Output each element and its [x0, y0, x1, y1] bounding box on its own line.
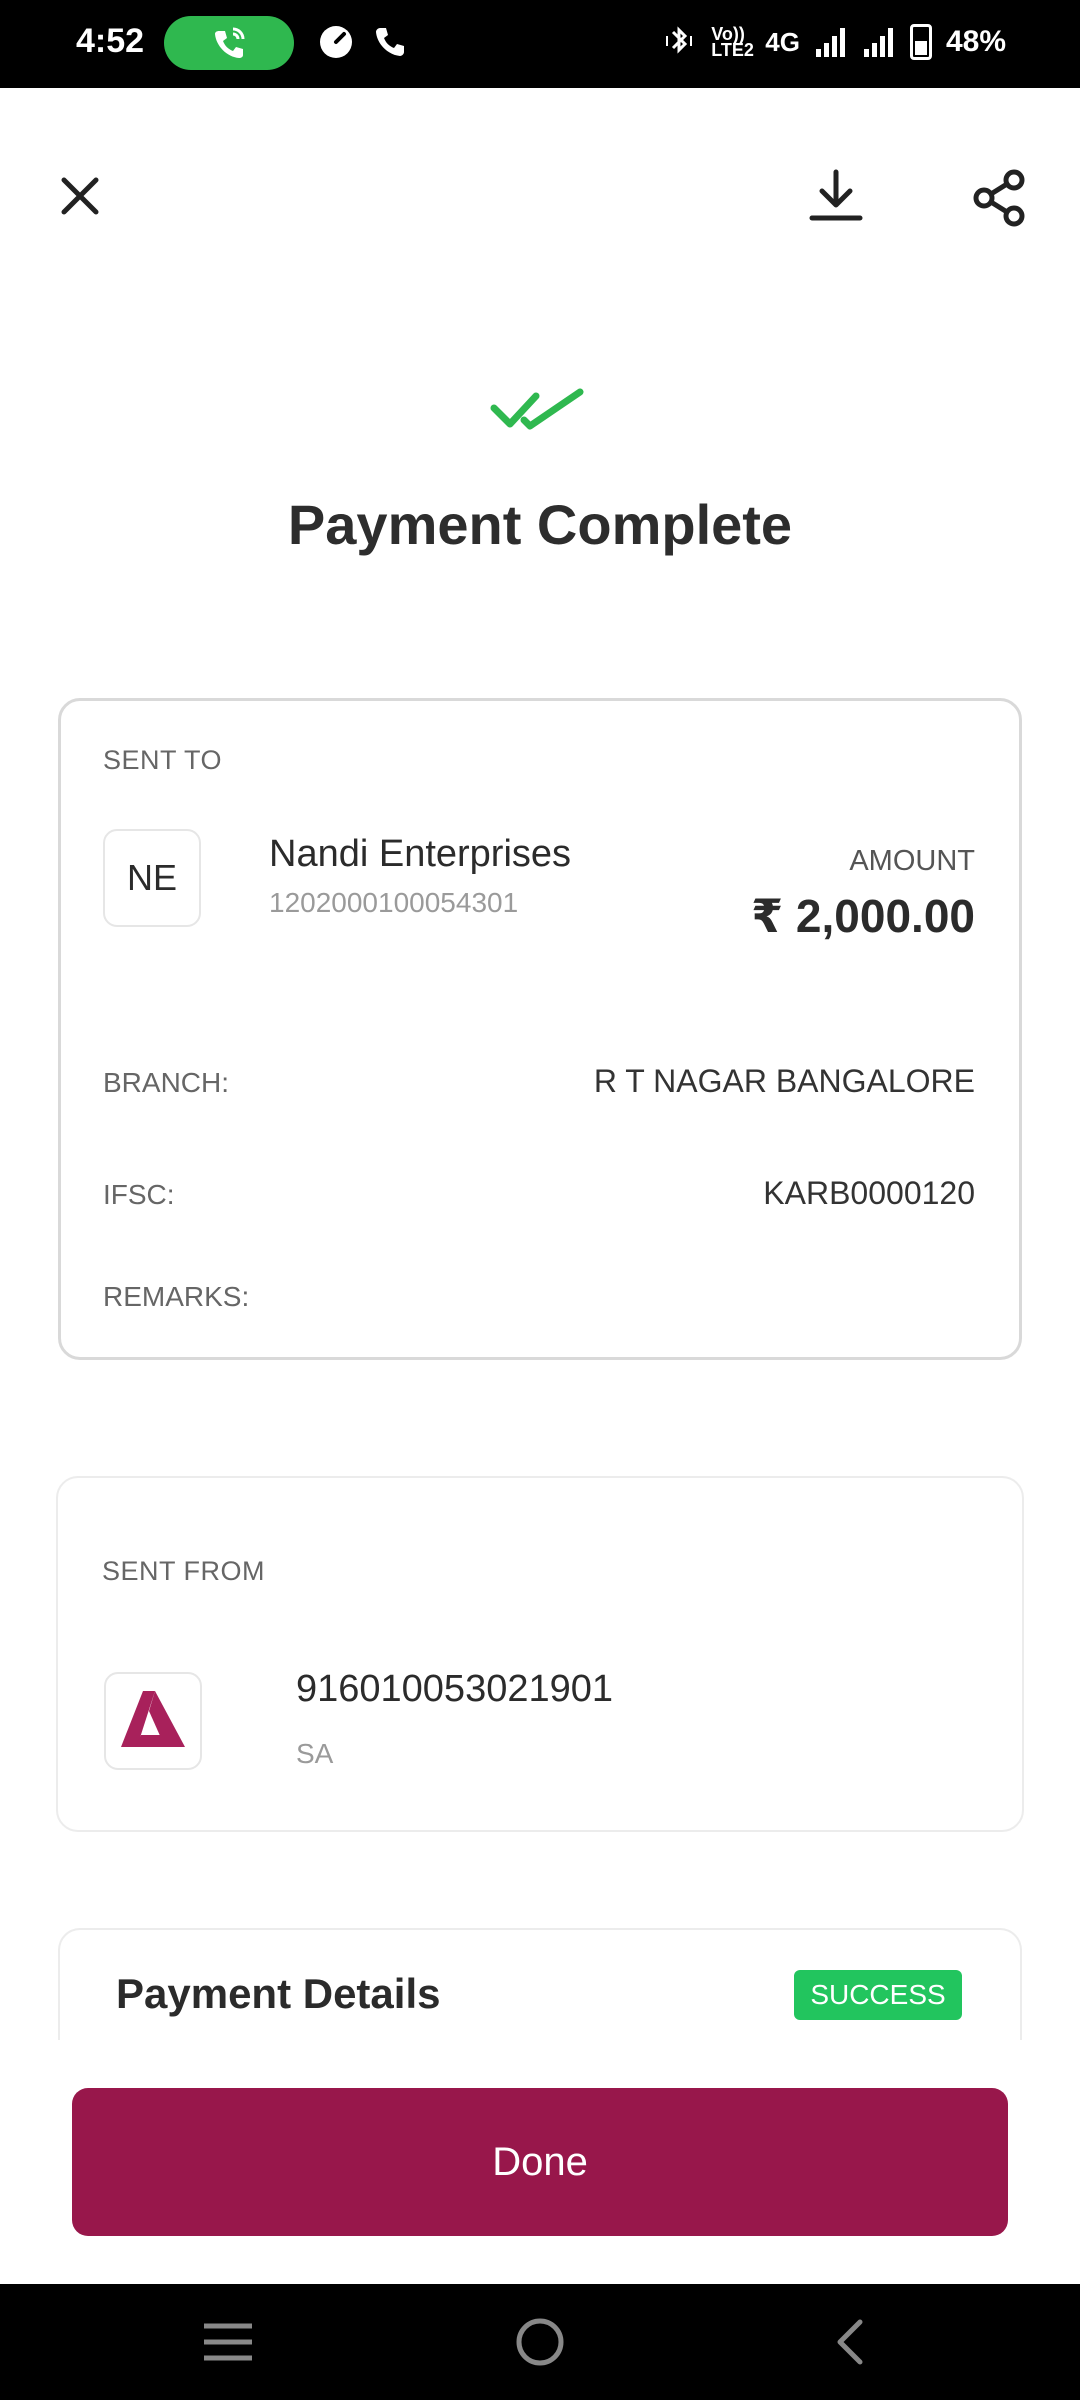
payee-initials: NE [126, 857, 177, 898]
close-icon [61, 177, 99, 215]
sent-to-label: SENT TO [103, 745, 223, 775]
menu-icon [204, 2323, 252, 2361]
done-button[interactable]: Done [72, 2088, 1008, 2236]
back-chevron-icon [837, 2319, 863, 2365]
phone-wifi-icon [215, 27, 245, 58]
branch-label: BRANCH: [103, 1067, 230, 1098]
sent-from-card: SENT FROM 916010053021901 SA [56, 1476, 1024, 1832]
close-button[interactable] [52, 168, 108, 224]
download-button[interactable] [804, 164, 868, 228]
amount-label: AMOUNT [849, 845, 975, 877]
nav-home-button[interactable] [510, 2314, 570, 2370]
ifsc-label: IFSC: [103, 1179, 175, 1210]
payee-avatar: NE [103, 829, 201, 927]
payment-details-title: Payment Details [116, 1970, 441, 2017]
ifsc-value: KARB0000120 [763, 1175, 975, 1211]
sent-from-label: SENT FROM [102, 1556, 266, 1586]
status-icons-right: Vo)) LTE2 4G 48% [661, 24, 1006, 60]
sent-to-card: SENT TO NE Nandi Enterprises 12020001000… [58, 698, 1022, 1360]
download-icon [809, 169, 863, 221]
network-type: 4G [765, 26, 800, 57]
status-badge: SUCCESS [794, 1970, 962, 2020]
speedometer-icon [320, 26, 352, 58]
bank-avatar [104, 1672, 202, 1770]
share-icon [973, 169, 1025, 227]
bluetooth-vibrate-icon [666, 26, 693, 54]
volte-label: Vo)) LTE2 [711, 24, 754, 60]
source-account-number: 916010053021901 [296, 1668, 614, 1710]
source-account-type: SA [296, 1738, 334, 1769]
payee-name: Nandi Enterprises [269, 833, 572, 875]
amount-value: ₹ 2,000.00 [751, 890, 975, 942]
signal-icon-1 [815, 28, 845, 57]
battery-icon [909, 24, 932, 60]
axis-bank-logo-icon [121, 1691, 185, 1747]
phone-icon [376, 28, 404, 56]
payee-account-number: 1202000100054301 [269, 887, 519, 918]
ongoing-call-pill[interactable] [164, 16, 294, 70]
nav-recents-button[interactable] [198, 2314, 258, 2370]
status-time: 4:52 [76, 22, 145, 60]
status-icons-left [318, 24, 408, 60]
status-bar: 4:52 Vo)) LTE2 4G 48% [0, 0, 1080, 88]
home-circle-icon [516, 2318, 564, 2366]
page-title: Payment Complete [287, 493, 793, 556]
system-nav-bar [0, 2284, 1080, 2400]
branch-value: R T NAGAR BANGALORE [593, 1063, 975, 1099]
double-check-icon [490, 388, 584, 430]
share-button[interactable] [966, 164, 1034, 232]
battery-percent: 48% [945, 25, 1006, 58]
remarks-label: REMARKS: [103, 1281, 250, 1312]
nav-back-button[interactable] [820, 2314, 880, 2370]
signal-icon-2 [863, 28, 893, 57]
